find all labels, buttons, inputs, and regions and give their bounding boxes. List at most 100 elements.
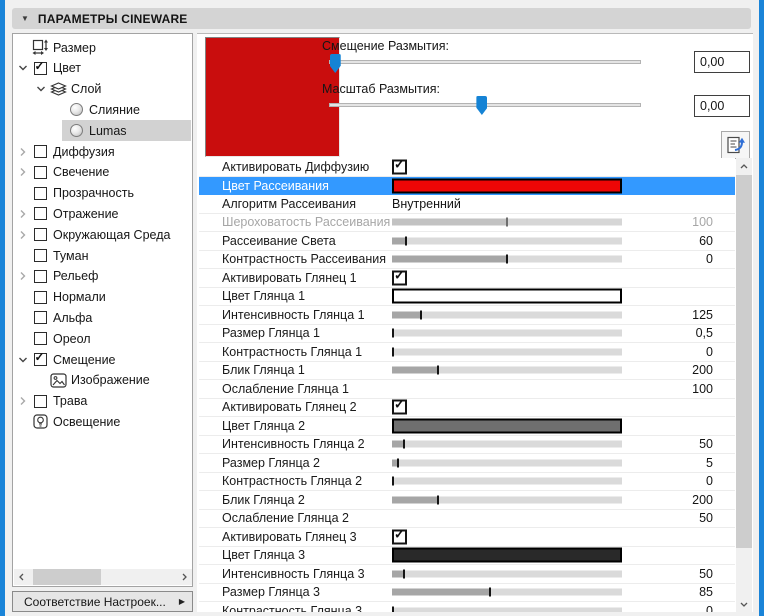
tree-checkbox-color[interactable]: ✓: [33, 59, 47, 75]
chevron-down-icon[interactable]: [32, 82, 49, 96]
tree-hscroll-thumb[interactable]: [33, 569, 101, 585]
property-slider-specular-glare-1[interactable]: [392, 365, 622, 375]
tree-item-luminance[interactable]: Свечение: [13, 162, 192, 183]
property-row-specular-size-1[interactable]: Размер Глянца 1 0,5: [199, 325, 735, 343]
tree-checkbox-normal[interactable]: [33, 290, 47, 304]
property-row-diffusion-contrast[interactable]: Контрастность Рассеивания 0: [199, 251, 735, 269]
color-swatch-specular-color-2[interactable]: [392, 418, 622, 434]
property-row-specular-intensity-2[interactable]: Интенсивность Глянца 2 50: [199, 436, 735, 454]
slider-handle[interactable]: [392, 347, 394, 357]
property-row-specular-intensity-3[interactable]: Интенсивность Глянца 3 50: [199, 565, 735, 584]
property-row-diffusion-roughness[interactable]: Шероховатость Рассеивания 100: [199, 214, 735, 232]
property-slider-specular-size-1[interactable]: [392, 328, 622, 338]
slider-handle[interactable]: [392, 606, 394, 612]
tree-item-illumination[interactable]: Освещение: [13, 411, 192, 432]
property-slider-specular-glare-2[interactable]: [392, 495, 622, 505]
chevron-right-icon[interactable]: [14, 207, 31, 221]
slider-handle[interactable]: [437, 365, 439, 375]
property-row-specular-glare-2[interactable]: Блик Глянца 2 200: [199, 491, 735, 510]
property-slider-specular-size-3[interactable]: [392, 587, 622, 597]
property-row-specular-contrast-2[interactable]: Контрастность Глянца 2 0: [199, 473, 735, 491]
properties-vertical-scrollbar[interactable]: [736, 158, 752, 612]
property-row-diffusion-color[interactable]: Цвет Рассеивания: [199, 176, 735, 195]
property-slider-light-diffusion[interactable]: [392, 236, 622, 246]
property-row-light-diffusion[interactable]: Рассеивание Света 60: [199, 232, 735, 251]
blur-scale-slider-thumb[interactable]: [476, 96, 488, 115]
slider-handle[interactable]: [396, 458, 399, 468]
color-swatch-specular-color-1[interactable]: [392, 288, 622, 304]
property-row-specular-contrast-3[interactable]: Контрастность Глянца 3 0: [199, 602, 735, 612]
tree-item-bump[interactable]: Рельеф: [13, 266, 192, 287]
property-slider-diffusion-contrast[interactable]: [392, 254, 622, 264]
property-value[interactable]: 50: [699, 437, 713, 451]
property-slider-specular-intensity-2[interactable]: [392, 439, 622, 449]
chevron-right-icon[interactable]: [14, 145, 31, 159]
tree-item-fusion[interactable]: Слияние: [13, 99, 192, 120]
property-row-activate-specular-2[interactable]: Активировать Глянец 2 ✓: [199, 397, 735, 417]
properties-vscroll-thumb[interactable]: [736, 175, 752, 548]
property-value[interactable]: 200: [692, 363, 713, 377]
tree-horizontal-scrollbar[interactable]: [14, 569, 192, 585]
tree-checkbox-fog[interactable]: [33, 249, 47, 262]
tree-item-grass[interactable]: Трава: [13, 391, 192, 412]
property-checkbox-activate-specular-2[interactable]: ✓: [392, 397, 407, 415]
property-row-activate-specular-3[interactable]: Активировать Глянец 3 ✓: [199, 526, 735, 547]
property-value[interactable]: 0: [706, 252, 713, 266]
tree-checkbox-glow[interactable]: [33, 332, 47, 346]
slider-handle[interactable]: [402, 439, 405, 449]
tree-checkbox-transparency[interactable]: [33, 186, 47, 200]
tree-checkbox-luminance[interactable]: [33, 165, 47, 179]
tree-item-glow[interactable]: Ореол: [13, 328, 192, 349]
slider-handle[interactable]: [402, 569, 405, 579]
property-value[interactable]: 125: [692, 308, 713, 322]
property-slider-specular-size-2[interactable]: [392, 458, 622, 468]
tree-checkbox-bump[interactable]: [33, 269, 47, 283]
property-value[interactable]: 200: [692, 493, 713, 507]
tree-item-fog[interactable]: Туман: [13, 245, 192, 266]
scroll-right-icon[interactable]: [176, 569, 192, 585]
collapse-triangle-icon[interactable]: ▼: [21, 14, 29, 23]
slider-handle[interactable]: [392, 328, 394, 338]
property-slider-specular-contrast-1[interactable]: [392, 347, 622, 357]
tree-item-transparency[interactable]: Прозрачность: [13, 183, 192, 204]
property-slider-specular-contrast-3[interactable]: [392, 606, 622, 612]
tree-checkbox-alpha[interactable]: [33, 311, 47, 325]
slider-handle[interactable]: [419, 310, 422, 320]
property-row-specular-size-2[interactable]: Размер Глянца 2 5: [199, 454, 735, 473]
tree-checkbox-displacement[interactable]: ✓: [33, 350, 47, 366]
slider-handle[interactable]: [437, 495, 439, 505]
chevron-down-icon[interactable]: [14, 353, 31, 367]
property-row-specular-color-3[interactable]: Цвет Глянца 3: [199, 547, 735, 565]
slider-handle[interactable]: [488, 587, 491, 597]
tree-item-size[interactable]: Размер: [13, 37, 192, 58]
chevron-right-icon[interactable]: [14, 269, 31, 283]
tree-item-diffusion[interactable]: Диффузия: [13, 141, 192, 162]
scroll-down-icon[interactable]: [736, 595, 752, 612]
property-row-diffusion-algorithm[interactable]: Алгоритм Рассеивания Внутренний: [199, 195, 735, 214]
chevron-right-icon[interactable]: [14, 228, 31, 242]
chevron-right-icon[interactable]: [14, 394, 31, 408]
scroll-up-icon[interactable]: [736, 158, 752, 175]
section-header[interactable]: ▼ ПАРАМЕТРЫ CINEWARE: [12, 8, 751, 29]
property-row-specular-falloff-2[interactable]: Ослабление Глянца 2 50: [199, 510, 735, 528]
property-value[interactable]: 50: [699, 567, 713, 581]
slider-handle[interactable]: [506, 254, 508, 264]
scroll-left-icon[interactable]: [14, 569, 30, 585]
property-value[interactable]: 50: [699, 511, 713, 525]
property-row-specular-color-1[interactable]: Цвет Глянца 1: [199, 288, 735, 306]
property-value[interactable]: 60: [699, 234, 713, 248]
tree-item-image[interactable]: Изображение: [13, 370, 192, 391]
property-row-activate-specular-1[interactable]: Активировать Глянец 1 ✓: [199, 267, 735, 288]
property-checkbox-activate-diffusion[interactable]: ✓: [392, 158, 407, 175]
property-checkbox-activate-specular-1[interactable]: ✓: [392, 267, 407, 286]
match-settings-button[interactable]: Соответствие Настроек... ▶: [12, 591, 193, 612]
tree-item-environment[interactable]: Окружающая Среда: [13, 224, 192, 245]
property-value[interactable]: 0: [706, 604, 713, 612]
tree-item-displacement[interactable]: ✓ Смещение: [13, 349, 192, 370]
tree-item-normal[interactable]: Нормали: [13, 287, 192, 308]
tree-item-alpha[interactable]: Альфа: [13, 307, 192, 328]
tree-checkbox-reflection[interactable]: [33, 207, 47, 221]
property-row-specular-contrast-1[interactable]: Контрастность Глянца 1 0: [199, 343, 735, 362]
slider-handle[interactable]: [392, 476, 394, 486]
tree-item-color[interactable]: ✓ Цвет: [13, 58, 192, 79]
